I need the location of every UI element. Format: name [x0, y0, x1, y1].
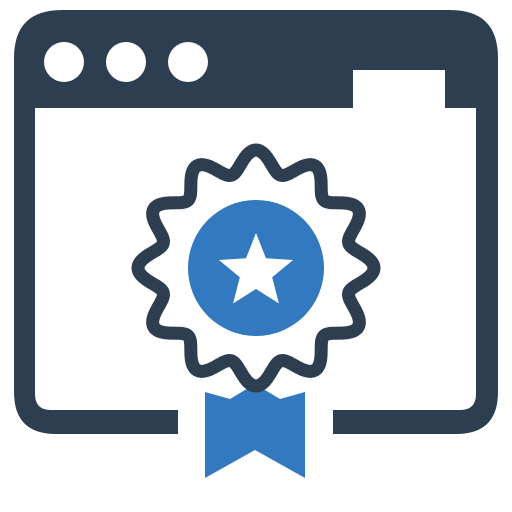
window-dot-icon [44, 42, 84, 82]
browser-tab-cutout [353, 70, 445, 108]
icon-canvas [0, 0, 512, 512]
web-certificate-award-icon [14, 10, 498, 478]
ribbon-icon [205, 384, 305, 478]
window-dot-icon [168, 42, 208, 82]
window-dot-icon [106, 42, 146, 82]
